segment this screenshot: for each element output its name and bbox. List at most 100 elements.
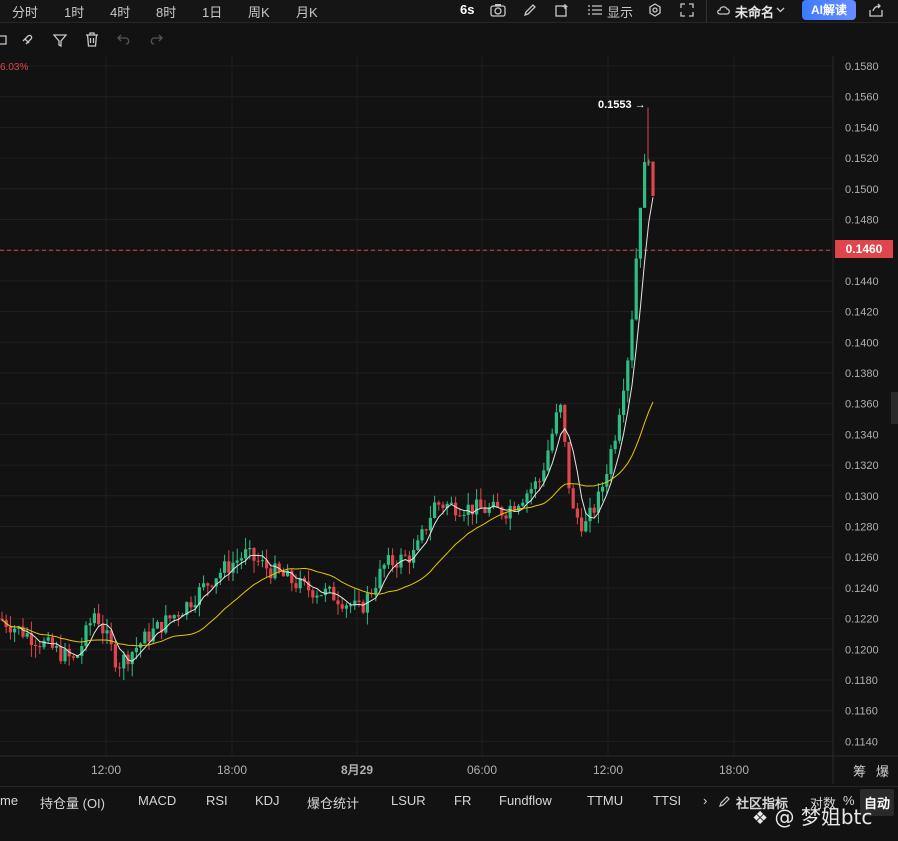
tf-1h[interactable]: 1时 [64, 2, 84, 21]
chevron-down-icon[interactable] [776, 7, 785, 13]
fullscreen-icon[interactable] [680, 3, 694, 17]
chart-canvas[interactable]: 0.1580 0.1560 0.1540 0.1520 0.1500 0.1480 0.14… [0, 56, 898, 784]
tf-fenshi[interactable]: 分时 [12, 2, 38, 21]
time-tick-label: 8月29 [341, 763, 373, 777]
candle-body [260, 560, 264, 562]
candle-body [563, 404, 567, 442]
candle-body [630, 319, 634, 361]
price-tick-label: 0.1280 [845, 522, 879, 534]
price-tick-label: 0.1220 [845, 614, 879, 626]
interval-selector[interactable]: 6s [460, 2, 474, 17]
price-tick-label: 0.1140 [845, 736, 878, 748]
side-panel-toggle[interactable] [891, 392, 898, 424]
ai-interpret-button[interactable]: AI解读 [802, 0, 856, 20]
price-tick-label: 0.1560 [845, 92, 879, 104]
price-tick-label: 0.1160 [845, 706, 878, 718]
candle-body [496, 501, 500, 508]
redo-icon[interactable] [149, 34, 163, 46]
candle-body [323, 588, 327, 596]
indicator-oi[interactable]: 持仓量 (OI) [40, 793, 105, 812]
candle-body [538, 481, 542, 483]
watermark-logo-icon: ❖ [752, 808, 769, 829]
candle-body [622, 390, 626, 415]
candle-body [416, 540, 420, 550]
candle-body [46, 637, 50, 641]
candle-body [34, 644, 38, 647]
candle-body [349, 605, 353, 607]
candle-body [8, 626, 12, 633]
candle-body [210, 585, 214, 587]
edit-icon[interactable] [719, 795, 731, 807]
indicator-fundflow[interactable]: Fundflow [499, 793, 552, 808]
candle-body [101, 624, 105, 634]
tf-8h[interactable]: 8时 [156, 2, 176, 21]
candle-body [479, 499, 483, 508]
layout-name[interactable]: 未命名 [735, 2, 774, 21]
display-label[interactable]: 显示 [607, 2, 633, 21]
indicator-lsur[interactable]: LSUR [391, 793, 426, 808]
candle-body [223, 561, 227, 573]
indicator-liquidation[interactable]: 爆仓统计 [307, 793, 359, 812]
candle-body [143, 631, 147, 644]
indicator-fr[interactable]: FR [454, 793, 471, 808]
share-icon[interactable] [869, 3, 883, 17]
candle-body [546, 450, 550, 471]
candle-body [609, 449, 613, 475]
tool-partial-icon[interactable] [0, 33, 8, 47]
tf-week[interactable]: 周K [248, 2, 270, 21]
candle-body [391, 555, 395, 566]
candle-body [525, 493, 529, 503]
axis-corner-label: 爆 [876, 764, 889, 779]
tf-1d[interactable]: 1日 [202, 2, 222, 21]
price-tick-label: 0.1440 [845, 276, 879, 288]
indicator-ttsi[interactable]: TTSI [653, 793, 681, 808]
time-tick-label: 18:00 [719, 763, 749, 777]
candle-body [130, 652, 134, 665]
candle-body [378, 568, 382, 589]
candle-body [458, 515, 462, 517]
candle-body [475, 499, 479, 515]
magnet-icon[interactable] [20, 32, 36, 48]
tf-month[interactable]: 月K [296, 2, 318, 21]
high-price-value: 0.1553 [598, 99, 632, 111]
price-tick-label: 0.1260 [845, 552, 879, 564]
undo-icon[interactable] [117, 34, 131, 46]
candle-body [105, 630, 109, 634]
candle-body [328, 586, 332, 589]
cloud-icon [717, 6, 730, 15]
candlestick-chart[interactable]: 0.1580 0.1560 0.1540 0.1520 0.1500 0.1480 0.14… [0, 56, 898, 784]
candle-body [113, 644, 117, 668]
candle-body [311, 590, 315, 598]
candle-body [202, 583, 206, 588]
price-tick-label: 0.1400 [845, 337, 879, 349]
candle-body [584, 521, 588, 532]
candle-body [588, 507, 592, 522]
candle-body [626, 360, 630, 391]
drawing-toolbar [0, 28, 898, 54]
settings-icon[interactable] [648, 3, 662, 17]
trash-icon[interactable] [85, 32, 99, 47]
add-indicator-icon[interactable] [555, 3, 569, 17]
candle-body [533, 481, 537, 489]
filter-icon[interactable] [53, 33, 67, 47]
price-tick-label: 0.1340 [845, 429, 879, 441]
candle-body [176, 615, 180, 617]
camera-icon[interactable] [490, 3, 506, 17]
price-tick-label: 0.1420 [845, 307, 879, 319]
indicator-macd[interactable]: MACD [138, 793, 176, 808]
candle-body [441, 504, 445, 509]
candle-body [84, 625, 88, 646]
chevron-right-icon[interactable]: › [703, 793, 707, 808]
tf-4h[interactable]: 4时 [110, 2, 130, 21]
pencil-icon[interactable] [523, 3, 537, 17]
candle-body [420, 529, 424, 541]
candle-body [466, 504, 470, 515]
indicator-ttmu[interactable]: TTMU [587, 793, 623, 808]
candle-body [386, 555, 390, 565]
indicator-volume[interactable]: me [0, 793, 18, 808]
candle-body [559, 404, 563, 413]
indicator-kdj[interactable]: KDJ [255, 793, 280, 808]
indicator-rsi[interactable]: RSI [206, 793, 228, 808]
candle-body [617, 414, 621, 441]
list-icon[interactable] [588, 4, 602, 16]
